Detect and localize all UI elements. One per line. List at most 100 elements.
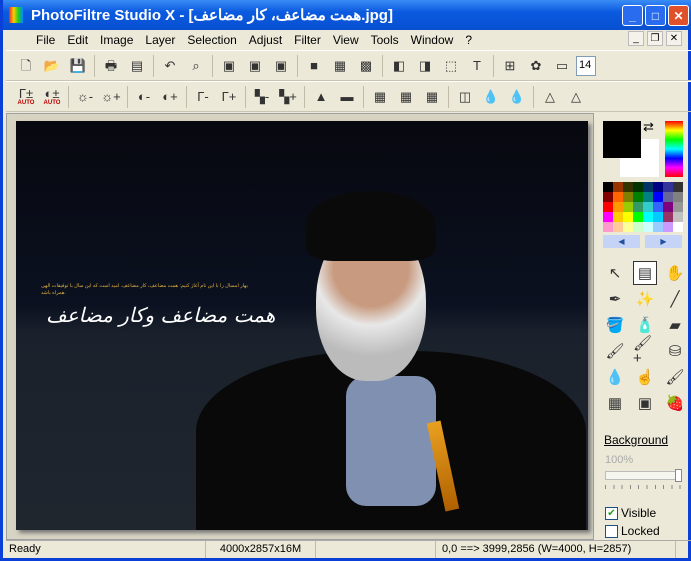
menu-adjust[interactable]: Adjust	[243, 33, 288, 47]
stamp-icon[interactable]: ⛁	[663, 339, 687, 363]
blur-drop-icon[interactable]: 💧	[603, 365, 627, 389]
save-button[interactable]: 💾	[66, 54, 90, 78]
palette-swatch[interactable]	[673, 182, 683, 192]
spray-icon[interactable]: 🧴	[633, 313, 657, 337]
palette-swatch[interactable]	[623, 192, 633, 202]
layer-button[interactable]: ◧	[387, 54, 411, 78]
deform-icon[interactable]: ▦	[603, 391, 627, 415]
maximize-button[interactable]: □	[645, 5, 666, 26]
palette-swatch[interactable]	[613, 182, 623, 192]
palette-swatch[interactable]	[633, 222, 643, 232]
menu-layer[interactable]: Layer	[139, 33, 181, 47]
menu-image[interactable]: Image	[94, 33, 139, 47]
palette-swatch[interactable]	[613, 222, 623, 232]
minimize-button[interactable]: _	[622, 5, 643, 26]
palette-swatch[interactable]	[603, 182, 613, 192]
slider-thumb[interactable]	[675, 469, 682, 482]
layer-frame-button[interactable]: ◨	[413, 54, 437, 78]
rgb-button[interactable]: ▬	[335, 85, 359, 109]
palette-swatch[interactable]	[663, 222, 673, 232]
mdi-restore-button[interactable]: ❐	[647, 31, 663, 46]
open-button[interactable]: 📂	[40, 54, 64, 78]
locked-checkbox[interactable]: Locked	[605, 524, 660, 538]
swap-colors-icon[interactable]: ⇄	[643, 119, 654, 135]
blur-more-button[interactable]: 💧	[505, 85, 529, 109]
palette-swatch[interactable]	[663, 182, 673, 192]
menu-tools[interactable]: Tools	[365, 33, 405, 47]
menu-file[interactable]: File	[30, 33, 61, 47]
palette-swatch[interactable]	[643, 212, 653, 222]
mdi-minimize-button[interactable]: _	[628, 31, 644, 46]
saturation-minus-button[interactable]: ▚-	[250, 85, 274, 109]
pointer-icon[interactable]: ↖	[603, 261, 627, 285]
palette-swatch[interactable]	[613, 192, 623, 202]
palette-swatch[interactable]	[613, 202, 623, 212]
auto-levels-button[interactable]: Γ± AUTO	[14, 85, 38, 109]
copy-image-button[interactable]: ▣	[217, 54, 241, 78]
palette-swatch[interactable]	[603, 212, 613, 222]
transparency-button[interactable]: ▩	[354, 54, 378, 78]
menu-selection[interactable]: Selection	[181, 33, 242, 47]
menu-window[interactable]: Window	[405, 33, 460, 47]
layer-manager-icon[interactable]: ▤	[633, 261, 657, 285]
zoom-input[interactable]: 14	[576, 55, 596, 76]
advanced-brush-icon[interactable]: 🖌+	[633, 336, 657, 366]
fill-icon[interactable]: 🪣	[603, 313, 627, 337]
sepia-button[interactable]: ▦	[394, 85, 418, 109]
palette-swatch[interactable]	[603, 222, 613, 232]
eyedropper-icon[interactable]: ✒	[603, 287, 627, 311]
palette-swatch[interactable]	[653, 182, 663, 192]
selection-button[interactable]: ⬚	[439, 54, 463, 78]
brightness-minus-button[interactable]: ☼-	[73, 85, 97, 109]
window-button[interactable]: ▭	[550, 54, 574, 78]
sharpen-button[interactable]: △	[538, 85, 562, 109]
brightness-plus-button[interactable]: ☼+	[99, 85, 123, 109]
scan-button[interactable]: ▤	[125, 54, 149, 78]
palette-swatch[interactable]	[633, 212, 643, 222]
palette-next-button[interactable]: ▶	[645, 235, 682, 248]
duplicate-button[interactable]: ▣	[243, 54, 267, 78]
palette-swatch[interactable]	[623, 182, 633, 192]
new-button[interactable]: 🗋	[14, 54, 38, 78]
menu-view[interactable]: View	[327, 33, 365, 47]
contrast-plus-button[interactable]: ◐+	[158, 85, 182, 109]
sharpen-more-button[interactable]: △	[564, 85, 588, 109]
clone-icon[interactable]: 🖌	[663, 365, 687, 389]
close-button[interactable]: ✕	[668, 5, 689, 26]
smudge-icon[interactable]: ☝	[633, 365, 657, 389]
histogram-button[interactable]: ▲	[309, 85, 333, 109]
menu-help[interactable]: ?	[459, 33, 478, 47]
line-icon[interactable]: ╱	[663, 287, 687, 311]
color-grid-button[interactable]: ▦	[328, 54, 352, 78]
gradient-button[interactable]: ■	[302, 54, 326, 78]
saturation-plus-button[interactable]: ▚+	[276, 85, 300, 109]
palette-swatch[interactable]	[663, 202, 673, 212]
palette-swatch[interactable]	[633, 192, 643, 202]
palette-swatch[interactable]	[643, 192, 653, 202]
layer-name-link[interactable]: Background	[604, 433, 668, 447]
visible-checkbox[interactable]: ✔ Visible	[605, 506, 656, 520]
paste-button[interactable]: ▣	[269, 54, 293, 78]
text-button[interactable]: T	[465, 54, 489, 78]
invert-button[interactable]: ◫	[453, 85, 477, 109]
palette-swatch[interactable]	[653, 192, 663, 202]
palette-swatch[interactable]	[653, 222, 663, 232]
palette-swatch[interactable]	[643, 222, 653, 232]
auto-contrast-button[interactable]: ◐± AUTO	[40, 85, 64, 109]
palette-swatch[interactable]	[673, 212, 683, 222]
palette-swatch[interactable]	[663, 192, 673, 202]
plugin-button[interactable]: ✿	[524, 54, 548, 78]
zoom-button[interactable]: ⌕	[184, 54, 208, 78]
color-spectrum[interactable]	[665, 121, 683, 177]
old-photo-button[interactable]: ▦	[420, 85, 444, 109]
palette-swatch[interactable]	[673, 202, 683, 212]
palette-swatch[interactable]	[643, 202, 653, 212]
palette-swatch[interactable]	[653, 202, 663, 212]
undo-button[interactable]: ↶	[158, 54, 182, 78]
opacity-slider[interactable]	[605, 469, 682, 482]
palette-swatch[interactable]	[623, 222, 633, 232]
palette-swatch[interactable]	[653, 212, 663, 222]
image-canvas[interactable]: بهار امسال را با این نام آغاز کنیم: همت …	[16, 121, 588, 530]
gamma-minus-button[interactable]: Γ-	[191, 85, 215, 109]
blur-button[interactable]: 💧	[479, 85, 503, 109]
